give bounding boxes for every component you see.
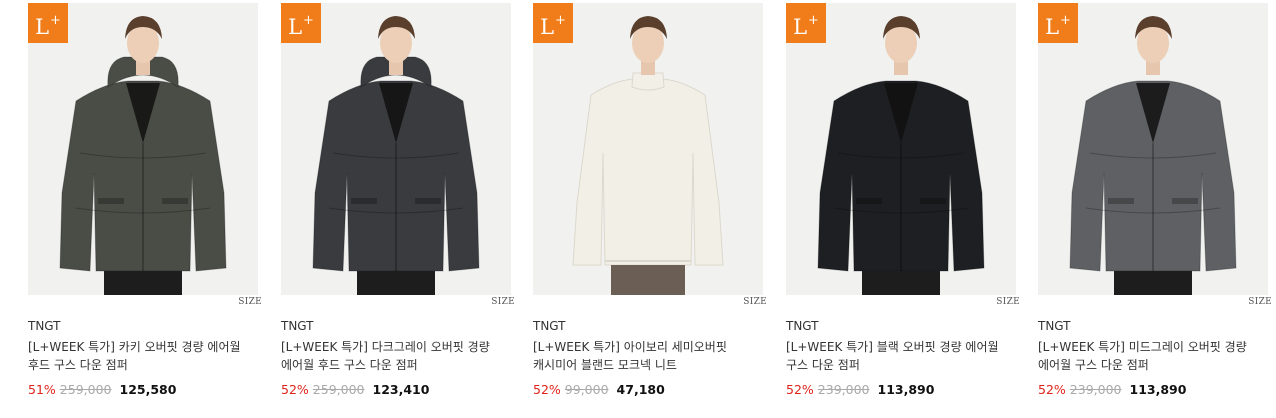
original-price: 99,000 <box>564 382 609 397</box>
product-photo <box>786 3 1016 295</box>
product-title[interactable]: [L+WEEK 특가] 미드그레이 오버핏 경량 에어월 구스 다운 점퍼 <box>1038 338 1270 374</box>
lplus-badge-icon: L+ <box>1038 3 1078 43</box>
original-price: 239,000 <box>1069 382 1122 397</box>
product-title[interactable]: [L+WEEK 특가] 다크그레이 오버핏 경량 에어월 후드 구스 다운 점퍼 <box>281 338 513 374</box>
price-row: 51% 259,000 125,580 <box>28 382 176 397</box>
product-brand[interactable]: TNGT <box>1038 319 1071 333</box>
sale-price: 113,890 <box>1129 382 1187 397</box>
product-thumbnail[interactable]: L+ <box>28 3 258 295</box>
product-card[interactable]: L+ SIZE TNGT [L+WEEK 특가] 미드그레이 오버핏 경량 에어… <box>1038 0 1272 418</box>
lplus-badge-icon: L+ <box>786 3 826 43</box>
lplus-badge-icon: L+ <box>28 3 68 43</box>
product-brand[interactable]: TNGT <box>786 319 819 333</box>
price-row: 52% 239,000 113,890 <box>786 382 934 397</box>
lplus-badge-icon: L+ <box>533 3 573 43</box>
sale-price: 125,580 <box>119 382 177 397</box>
product-card[interactable]: L+ SIZE TNGT [L+WEEK 특가] 다크그레이 오버핏 경량 에어… <box>281 0 515 418</box>
product-thumbnail[interactable]: L+ <box>786 3 1016 295</box>
product-photo <box>281 3 511 295</box>
product-grid: L+ SIZE TNGT [L+WEEK 특가] 카키 오버핏 경량 에어월 후… <box>0 0 1276 418</box>
product-card[interactable]: L+ SIZE TNGT [L+WEEK 특가] 블랙 오버핏 경량 에어월 구… <box>786 0 1020 418</box>
size-link[interactable]: SIZE <box>743 297 767 307</box>
product-title[interactable]: [L+WEEK 특가] 아이보리 세미오버핏 캐시미어 블랜드 모크넥 니트 <box>533 338 765 374</box>
product-photo <box>1038 3 1268 295</box>
product-brand[interactable]: TNGT <box>281 319 314 333</box>
original-price: 239,000 <box>817 382 870 397</box>
discount-rate: 52% <box>786 382 814 397</box>
price-row: 52% 259,000 123,410 <box>281 382 429 397</box>
product-card[interactable]: L+ SIZE TNGT [L+WEEK 특가] 카키 오버핏 경량 에어월 후… <box>28 0 262 418</box>
product-photo <box>533 3 763 295</box>
size-link[interactable]: SIZE <box>238 297 262 307</box>
product-title[interactable]: [L+WEEK 특가] 블랙 오버핏 경량 에어월 구스 다운 점퍼 <box>786 338 1018 374</box>
discount-rate: 52% <box>533 382 561 397</box>
size-link[interactable]: SIZE <box>1248 297 1272 307</box>
product-card[interactable]: L+ SIZE TNGT [L+WEEK 특가] 아이보리 세미오버핏 캐시미어… <box>533 0 767 418</box>
product-photo <box>28 3 258 295</box>
sale-price: 47,180 <box>616 382 665 397</box>
product-thumbnail[interactable]: L+ <box>281 3 511 295</box>
product-thumbnail[interactable]: L+ <box>1038 3 1268 295</box>
size-link[interactable]: SIZE <box>491 297 515 307</box>
product-brand[interactable]: TNGT <box>533 319 566 333</box>
product-title[interactable]: [L+WEEK 특가] 카키 오버핏 경량 에어월 후드 구스 다운 점퍼 <box>28 338 260 374</box>
sale-price: 123,410 <box>372 382 430 397</box>
discount-rate: 52% <box>1038 382 1066 397</box>
price-row: 52% 239,000 113,890 <box>1038 382 1186 397</box>
price-row: 52% 99,000 47,180 <box>533 382 665 397</box>
discount-rate: 51% <box>28 382 56 397</box>
sale-price: 113,890 <box>877 382 935 397</box>
product-brand[interactable]: TNGT <box>28 319 61 333</box>
discount-rate: 52% <box>281 382 309 397</box>
original-price: 259,000 <box>59 382 112 397</box>
size-link[interactable]: SIZE <box>996 297 1020 307</box>
original-price: 259,000 <box>312 382 365 397</box>
product-thumbnail[interactable]: L+ <box>533 3 763 295</box>
lplus-badge-icon: L+ <box>281 3 321 43</box>
